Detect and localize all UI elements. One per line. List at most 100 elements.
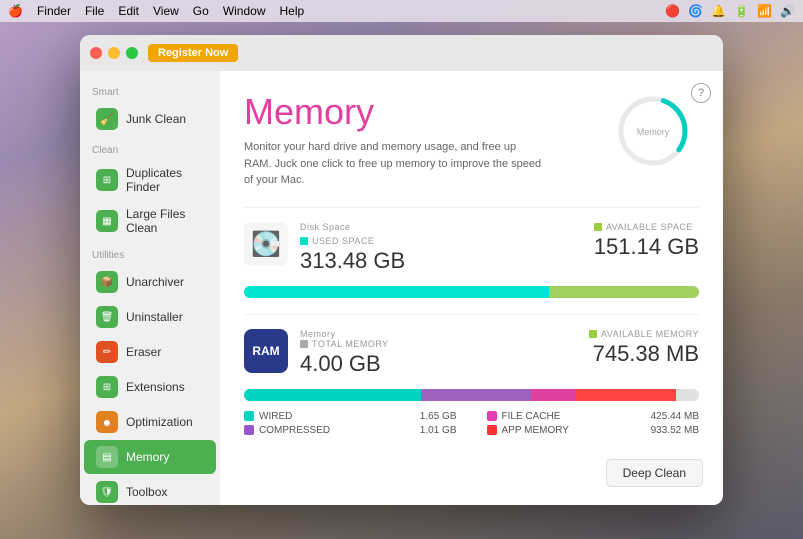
sidebar-item-extensions[interactable]: ⊞ Extensions bbox=[84, 370, 216, 404]
menu-finder[interactable]: Finder bbox=[37, 4, 71, 18]
junk-clean-icon: 🧹 bbox=[96, 108, 118, 130]
sidebar-label-unarchiver: Unarchiver bbox=[126, 275, 184, 289]
window-controls bbox=[90, 47, 138, 59]
memory-section-header: RAM Memory TOTAL MEMORY 4. bbox=[244, 329, 699, 379]
main-layout: Smart 🧹 Junk Clean Clean ⊞ Duplicates Fi… bbox=[80, 71, 723, 505]
disk-section-header: 💽 Disk Space USED SP bbox=[244, 222, 699, 276]
maximize-button[interactable] bbox=[126, 47, 138, 59]
wired-label-text: WIRED bbox=[259, 411, 292, 422]
disk-right: AVAILABLE SPACE 151.14 GB bbox=[594, 222, 699, 262]
app-memory-bar bbox=[576, 389, 676, 401]
disk-icon: 💽 bbox=[244, 222, 288, 266]
wired-dot bbox=[244, 411, 254, 421]
apple-menu[interactable]: 🍎 bbox=[8, 4, 23, 18]
app-memory-dot bbox=[487, 425, 497, 435]
compressed-value: 1.01 GB bbox=[420, 425, 457, 436]
extensions-icon: ⊞ bbox=[96, 376, 118, 398]
sidebar-label-uninstaller: Uninstaller bbox=[126, 310, 183, 324]
ram-icon: RAM bbox=[244, 329, 288, 373]
menu-edit[interactable]: Edit bbox=[118, 4, 139, 18]
memory-section-label: Memory bbox=[300, 329, 389, 339]
close-button[interactable] bbox=[90, 47, 102, 59]
sidebar-label-toolbox: Toolbox bbox=[126, 485, 167, 499]
duplicates-icon: ⊞ bbox=[96, 169, 118, 191]
file-cache-value: 425.44 MB bbox=[651, 411, 699, 422]
sidebar-item-large-files[interactable]: ▦ Large Files Clean bbox=[84, 201, 216, 241]
help-button[interactable]: ? bbox=[691, 83, 711, 103]
sidebar-item-unarchiver[interactable]: 📦 Unarchiver bbox=[84, 265, 216, 299]
disk-section-label: Disk Space bbox=[300, 222, 405, 232]
menubar-right: 🔴🌀🔔🔋📶🔊 bbox=[665, 4, 795, 18]
compressed-bar bbox=[421, 389, 530, 401]
available-space-label: AVAILABLE SPACE bbox=[594, 222, 699, 232]
total-memory-value: 4.00 GB bbox=[300, 351, 389, 377]
wired-legend: WIRED 1.65 GB bbox=[244, 411, 457, 422]
disk-progress-bar bbox=[244, 286, 699, 298]
wired-label: WIRED bbox=[244, 411, 292, 422]
memory-label-text: Memory bbox=[300, 329, 336, 339]
app-memory-label-text: APP MEMORY bbox=[502, 425, 569, 436]
sidebar-item-optimization[interactable]: ● Optimization bbox=[84, 405, 216, 439]
deep-clean-button[interactable]: Deep Clean bbox=[606, 459, 703, 487]
available-dot bbox=[594, 223, 602, 231]
memory-legend: WIRED 1.65 GB FILE CACHE 425.44 MB bbox=[244, 411, 699, 436]
sidebar-item-memory[interactable]: ▤ Memory bbox=[84, 440, 216, 474]
memory-section: RAM Memory TOTAL MEMORY 4. bbox=[244, 314, 699, 436]
memory-left: RAM Memory TOTAL MEMORY 4. bbox=[244, 329, 389, 379]
used-space-value: 313.48 GB bbox=[300, 248, 405, 274]
sidebar-item-junk-clean[interactable]: 🧹 Junk Clean bbox=[84, 102, 216, 136]
sidebar-label-junk-clean: Junk Clean bbox=[126, 112, 186, 126]
sidebar-section-clean: Clean bbox=[80, 137, 220, 159]
register-button[interactable]: Register Now bbox=[148, 44, 238, 62]
file-cache-label-text: FILE CACHE bbox=[502, 411, 561, 422]
menu-go[interactable]: Go bbox=[193, 4, 209, 18]
sidebar-label-memory: Memory bbox=[126, 450, 169, 464]
free-bar bbox=[676, 389, 699, 401]
sidebar-item-duplicates-finder[interactable]: ⊞ Duplicates Finder bbox=[84, 160, 216, 200]
disk-section: 💽 Disk Space USED SP bbox=[244, 207, 699, 298]
sidebar-label-eraser: Eraser bbox=[126, 345, 161, 359]
used-dot bbox=[300, 237, 308, 245]
memory-right: AVAILABLE MEMORY 745.38 MB bbox=[589, 329, 699, 369]
available-memory-value: 745.38 MB bbox=[589, 341, 699, 367]
app-window: Register Now Smart 🧹 Junk Clean Clean ⊞ … bbox=[80, 35, 723, 505]
sidebar-label-extensions: Extensions bbox=[126, 380, 185, 394]
menu-help[interactable]: Help bbox=[280, 4, 305, 18]
total-dot bbox=[300, 340, 308, 348]
disk-bar bbox=[244, 286, 699, 298]
disk-label-text: Disk Space bbox=[300, 222, 351, 232]
menu-file[interactable]: File bbox=[85, 4, 104, 18]
memory-gauge: Memory bbox=[613, 91, 693, 171]
file-cache-label: FILE CACHE bbox=[487, 411, 561, 422]
toolbox-icon: 🛡 bbox=[96, 481, 118, 503]
unarchiver-icon: 📦 bbox=[96, 271, 118, 293]
sidebar-section-smart: Smart bbox=[80, 79, 220, 101]
file-cache-dot bbox=[487, 411, 497, 421]
sidebar-item-toolbox[interactable]: 🛡 Toolbox bbox=[84, 475, 216, 505]
app-memory-label: APP MEMORY bbox=[487, 425, 569, 436]
used-space-label: USED SPACE bbox=[300, 236, 405, 246]
eraser-icon: ✏ bbox=[96, 341, 118, 363]
memory-progress-bar bbox=[244, 389, 699, 401]
menu-view[interactable]: View bbox=[153, 4, 179, 18]
sidebar: Smart 🧹 Junk Clean Clean ⊞ Duplicates Fi… bbox=[80, 71, 220, 505]
disk-available-bar bbox=[549, 286, 699, 298]
sidebar-label-optimization: Optimization bbox=[126, 415, 193, 429]
sidebar-item-eraser[interactable]: ✏ Eraser bbox=[84, 335, 216, 369]
uninstaller-icon: 🗑 bbox=[96, 306, 118, 328]
app-memory-legend: APP MEMORY 933.52 MB bbox=[487, 425, 700, 436]
available-memory-label: AVAILABLE MEMORY bbox=[589, 329, 699, 339]
sidebar-item-uninstaller[interactable]: 🗑 Uninstaller bbox=[84, 300, 216, 334]
minimize-button[interactable] bbox=[108, 47, 120, 59]
memory-icon: ▤ bbox=[96, 446, 118, 468]
menu-window[interactable]: Window bbox=[223, 4, 266, 18]
svg-text:💽: 💽 bbox=[251, 230, 281, 258]
avail-mem-dot bbox=[589, 330, 597, 338]
wired-bar bbox=[244, 389, 421, 401]
svg-text:Memory: Memory bbox=[637, 127, 670, 137]
compressed-label-text: COMPRESSED bbox=[259, 425, 330, 436]
compressed-dot bbox=[244, 425, 254, 435]
wired-value: 1.65 GB bbox=[420, 411, 457, 422]
titlebar: Register Now bbox=[80, 35, 723, 71]
disk-used-bar bbox=[244, 286, 549, 298]
